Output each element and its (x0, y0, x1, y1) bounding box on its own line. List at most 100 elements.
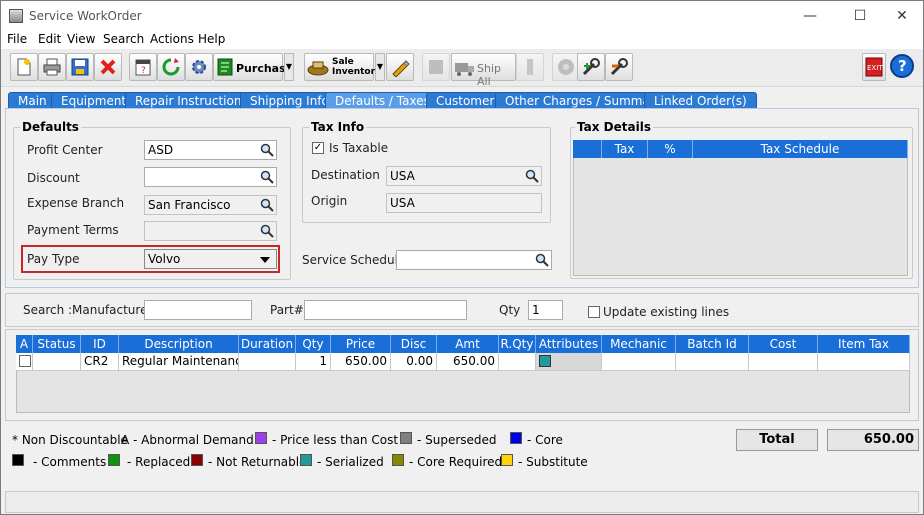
part-number-input[interactable] (304, 300, 467, 320)
profit-center-field[interactable]: ASD (144, 140, 277, 160)
notes-button[interactable]: ? (129, 53, 157, 81)
col-description[interactable]: Description (119, 335, 239, 353)
sale-inventory-dropdown-arrow[interactable]: ▼ (375, 53, 385, 81)
expense-branch-field[interactable]: San Francisco (144, 195, 277, 215)
col-duration[interactable]: Duration (239, 335, 296, 353)
manufacturer-label: Manufacturer (72, 303, 153, 317)
print-button[interactable] (38, 53, 66, 81)
row-select-checkbox[interactable] (19, 355, 31, 367)
search-icon[interactable] (260, 224, 274, 238)
tax-info-title: Tax Info (309, 120, 367, 134)
ship-all-button[interactable]: Ship All (451, 53, 516, 88)
add-tool-button[interactable] (577, 53, 605, 81)
tab-defaults-taxes[interactable]: Defaults / Taxes (325, 92, 440, 108)
refresh-button[interactable] (157, 53, 185, 81)
col-mechanic[interactable]: Mechanic (602, 335, 676, 353)
col-item-tax-group[interactable]: Item Tax Group (818, 335, 910, 369)
menu-help[interactable]: Help (198, 32, 225, 46)
serialized-attribute-swatch (539, 355, 551, 367)
menu-edit[interactable]: Edit (38, 32, 61, 46)
destination-label: Destination (311, 168, 380, 182)
tab-linked-orders[interactable]: Linked Order(s) (644, 92, 757, 108)
menu-search[interactable]: Search (103, 32, 144, 46)
window-title: Service WorkOrder (29, 9, 142, 23)
col-amt[interactable]: Amt (437, 335, 499, 353)
row-a-cell[interactable] (16, 353, 33, 371)
tax-details-col-schedule[interactable]: Tax Schedule (693, 140, 908, 158)
sale-inventory-icon (307, 61, 329, 76)
legend-abnormal-demand: A - Abnormal Demand (121, 433, 254, 447)
tab-main[interactable]: Main (8, 92, 57, 108)
col-batch-id[interactable]: Batch Id (676, 335, 749, 353)
delete-button[interactable] (94, 53, 122, 81)
manufacturer-input[interactable] (144, 300, 252, 320)
tab-repair-instructions[interactable]: Repair Instructions (125, 92, 258, 108)
tab-customer[interactable]: Customer (426, 92, 505, 108)
tab-equipment[interactable]: Equipment (51, 92, 137, 108)
search-icon[interactable] (535, 253, 549, 267)
refresh-icon (162, 58, 180, 76)
minimize-button[interactable]: — (787, 1, 833, 31)
legend-swatch-not-returnable (191, 454, 203, 466)
search-icon[interactable] (260, 198, 274, 212)
purchase-button[interactable]: Purchase (213, 53, 293, 81)
destination-field[interactable]: USA (386, 166, 542, 186)
close-button[interactable]: ✕ (879, 1, 924, 31)
maximize-button[interactable]: ☐ (837, 1, 883, 31)
col-cost[interactable]: Cost (749, 335, 818, 353)
pay-type-select[interactable]: Volvo (144, 249, 277, 269)
service-schedule-field[interactable] (396, 250, 552, 270)
col-a[interactable]: A (16, 335, 33, 353)
col-status[interactable]: Status (33, 335, 81, 353)
part-number-label: Part# (270, 303, 304, 317)
is-taxable-checkbox[interactable]: ✓ (312, 142, 324, 154)
col-disc[interactable]: Disc (391, 335, 437, 353)
update-existing-lines-checkbox[interactable] (588, 306, 600, 318)
help-button[interactable]: ? (890, 54, 914, 78)
purchase-dropdown-arrow[interactable]: ▼ (284, 53, 294, 81)
legend-swatch-serialized (300, 454, 312, 466)
col-price[interactable]: Price (331, 335, 391, 353)
update-existing-lines-label: Update existing lines (603, 305, 730, 319)
legend-core-required: - Core Required (409, 455, 503, 469)
row-price: 650.00 (331, 353, 391, 371)
exit-icon: EXIT (865, 57, 883, 77)
wheel-tool-button[interactable] (552, 53, 580, 81)
profit-center-label: Profit Center (27, 143, 103, 157)
row-qty: 1 (296, 353, 331, 371)
menu-actions[interactable]: Actions (150, 32, 194, 46)
menu-file[interactable]: File (7, 32, 27, 46)
row-id: CR2 (81, 353, 119, 371)
settings-button[interactable] (185, 53, 213, 81)
exit-button[interactable]: EXIT (862, 53, 886, 81)
ship-all-label: Ship All (477, 62, 501, 88)
disabled-tool-button[interactable] (422, 53, 450, 81)
edit-tool-button[interactable] (386, 53, 414, 81)
truck-icon (455, 63, 474, 76)
sale-inventory-button[interactable]: Sale Inventory (304, 53, 381, 81)
discount-field[interactable] (144, 167, 277, 187)
col-id[interactable]: ID (81, 335, 119, 353)
new-document-button[interactable] (10, 53, 38, 81)
origin-field[interactable]: USA (386, 193, 542, 213)
col-rqty[interactable]: R.Qty (499, 335, 536, 353)
menu-view[interactable]: View (67, 32, 95, 46)
tax-details-title: Tax Details (575, 120, 653, 134)
discount-label: Discount (27, 171, 80, 185)
tax-details-col-percent[interactable]: % (648, 140, 693, 158)
qty-input[interactable]: 1 (528, 300, 563, 320)
payment-terms-field[interactable] (144, 221, 277, 241)
remove-tool-button[interactable] (605, 53, 633, 81)
col-attributes[interactable]: Attributes (536, 335, 602, 353)
search-icon[interactable] (260, 143, 274, 157)
tax-details-col-tax[interactable]: Tax (602, 140, 648, 158)
legend-swatch-core (510, 432, 522, 444)
row-rqty (499, 353, 536, 371)
scroll-tool-button[interactable] (516, 53, 544, 81)
search-icon[interactable] (260, 170, 274, 184)
origin-value: USA (390, 196, 415, 210)
sale-label: Sale (332, 57, 354, 67)
col-qty[interactable]: Qty (296, 335, 331, 353)
search-icon[interactable] (525, 169, 539, 183)
save-button[interactable] (66, 53, 94, 81)
